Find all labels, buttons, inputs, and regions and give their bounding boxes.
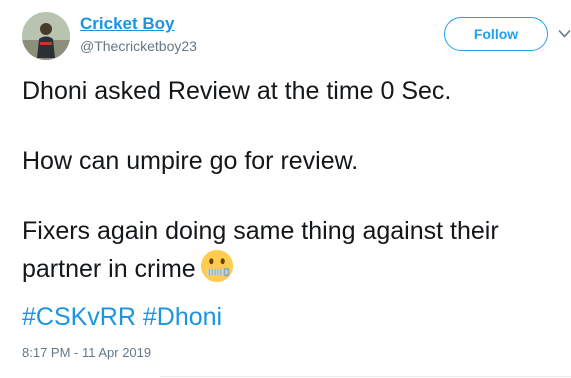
- author-handle[interactable]: @Thecricketboy23: [80, 38, 197, 54]
- hashtag-link[interactable]: #Dhoni: [143, 303, 222, 331]
- tweet-paragraph-text: Fixers again doing same thing against th…: [22, 217, 499, 283]
- hashtag-row: #CSKvRR #Dhoni: [22, 300, 222, 334]
- tweet-text: Dhoni asked Review at the time 0 Sec. Ho…: [22, 74, 557, 287]
- chevron-down-icon[interactable]: [558, 26, 571, 42]
- author-name[interactable]: Cricket Boy: [80, 14, 174, 34]
- tweet-timestamp[interactable]: 8:17 PM - 11 Apr 2019: [22, 345, 151, 360]
- tweet-paragraph: How can umpire go for review.: [22, 147, 359, 175]
- tweet-paragraph: Dhoni asked Review at the time 0 Sec.: [22, 77, 452, 105]
- divider: [160, 376, 571, 377]
- avatar-person-icon: [22, 12, 70, 60]
- tweet-paragraph: Fixers again doing same thing against th…: [22, 214, 557, 287]
- hashtag-link[interactable]: #CSKvRR: [22, 303, 136, 331]
- follow-button[interactable]: Follow: [444, 17, 548, 51]
- zipper-mouth-face-icon: [200, 249, 233, 283]
- tweet-card: Cricket Boy @Thecricketboy23 Follow Dhon…: [0, 0, 571, 378]
- avatar[interactable]: [22, 12, 70, 60]
